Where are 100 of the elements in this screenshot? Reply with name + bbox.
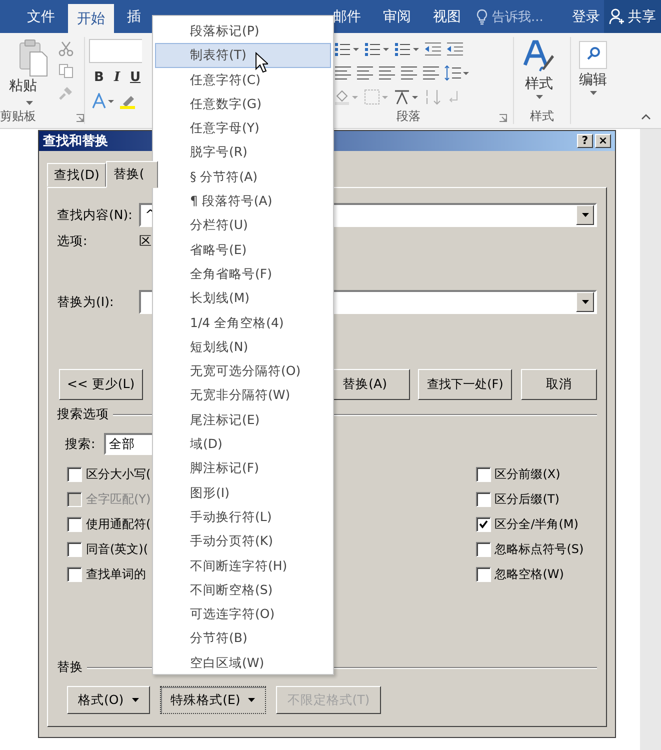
dialog-title: 查找和替换 xyxy=(43,133,109,150)
dropdown-arrow-icon xyxy=(582,300,588,304)
ribbon-tab[interactable]: 审阅 xyxy=(374,0,420,33)
checkbox-label[interactable]: 使用通配符( xyxy=(86,516,151,533)
format-button[interactable]: 特殊格式(E) xyxy=(160,686,266,714)
increase-indent-icon[interactable] xyxy=(446,41,464,57)
shading-icon[interactable] xyxy=(334,89,360,105)
ribbon-tab[interactable]: 插 xyxy=(118,0,150,33)
person-add-icon xyxy=(609,8,625,25)
menu-item[interactable]: 手动换行符(L) xyxy=(155,504,331,530)
menu-item[interactable]: 任意字符(C) xyxy=(155,68,331,92)
checkbox-label[interactable]: 查找单词的 xyxy=(86,566,146,583)
align-center-icon[interactable] xyxy=(356,65,374,81)
underline-button[interactable]: U xyxy=(127,69,142,87)
menu-item[interactable]: 任意数字(G) xyxy=(155,92,331,116)
line-spacing-icon[interactable] xyxy=(444,65,470,81)
menu-item[interactable]: 全角省略号(F) xyxy=(155,262,331,286)
menu-item[interactable]: 不间断连字符(H) xyxy=(155,554,331,578)
numbering-icon[interactable] xyxy=(364,41,390,57)
group-label: 段落 xyxy=(396,108,422,125)
group-label: 样式 xyxy=(529,108,555,125)
highlighter-icon[interactable] xyxy=(119,93,137,109)
decrease-indent-icon[interactable] xyxy=(424,41,442,57)
menu-item[interactable]: 空白区域(W) xyxy=(155,650,331,676)
lightbulb-icon xyxy=(476,8,488,24)
menu-item[interactable]: 省略号(E) xyxy=(155,238,331,262)
dialog-button[interactable]: 取消 xyxy=(521,369,598,400)
styles-button[interactable]: 样式 xyxy=(514,37,564,101)
menu-item[interactable]: 图形(I) xyxy=(155,480,331,505)
ribbon-tab[interactable]: 开始 xyxy=(68,4,114,33)
mouse-pointer-icon xyxy=(255,52,268,73)
help-button[interactable]: ? xyxy=(577,134,593,148)
caret-icon xyxy=(536,95,542,99)
align-left-icon[interactable] xyxy=(334,65,352,81)
field-label: 查找内容(N): xyxy=(57,206,134,224)
italic-button[interactable]: I xyxy=(109,69,125,87)
ribbon-tab[interactable]: 视图 xyxy=(424,0,470,33)
field-label: 选项: xyxy=(57,233,88,250)
menu-item[interactable]: 短划线(N) xyxy=(155,334,331,360)
checkbox-label[interactable]: 区分前缀(X) xyxy=(494,466,560,483)
text-effects-icon[interactable] xyxy=(91,93,117,109)
menu-item[interactable]: 分节符(B) xyxy=(155,626,331,651)
distributed-icon[interactable] xyxy=(422,65,440,81)
styles-icon xyxy=(522,39,556,73)
checkbox[interactable] xyxy=(476,492,491,507)
dropdown-arrow-icon xyxy=(582,213,588,217)
menu-item[interactable]: 可选连字符(O) xyxy=(155,602,331,626)
menu-item[interactable]: 不间断空格(S) xyxy=(155,578,331,602)
menu-item[interactable]: 脚注标记(F) xyxy=(155,456,331,481)
bullets-icon[interactable] xyxy=(334,41,360,57)
checkbox-label[interactable]: 同音(英文)( xyxy=(86,541,148,558)
group-label: 剪贴板 xyxy=(0,108,36,125)
close-button[interactable]: × xyxy=(595,134,611,148)
dialog-button[interactable]: 查找下一处(F) xyxy=(418,369,512,400)
field-label: 搜索: xyxy=(65,436,96,452)
menu-item[interactable]: 制表符(T) xyxy=(155,43,331,68)
caret-icon xyxy=(590,91,596,95)
menu-item[interactable]: 长划线(M) xyxy=(155,286,331,311)
ribbon-tab[interactable]: 文件 xyxy=(18,0,64,33)
menu-item[interactable]: 任意字母(Y) xyxy=(155,116,331,140)
dialog-launcher-icon[interactable] xyxy=(499,114,507,122)
multilevel-list-icon[interactable] xyxy=(394,41,420,57)
share-button[interactable]: 共享 xyxy=(604,0,661,33)
checkbox[interactable] xyxy=(476,467,491,482)
field-label: 替换为(I): xyxy=(57,294,115,310)
text-direction-icon[interactable] xyxy=(394,89,420,105)
format-button[interactable]: 格式(O) xyxy=(67,686,150,714)
paste-button[interactable]: 粘贴 xyxy=(9,77,37,95)
menu-item[interactable]: 手动分页符(K) xyxy=(155,529,331,554)
options-text: 区 xyxy=(139,233,152,250)
checkmark-icon xyxy=(478,520,488,529)
checkbox-label[interactable]: 区分后缀(T) xyxy=(494,491,560,508)
bold-button[interactable]: B xyxy=(91,69,107,87)
checkbox[interactable] xyxy=(67,567,82,582)
dialog-tab[interactable]: 查找(D) xyxy=(47,163,106,187)
checkbox[interactable] xyxy=(476,542,491,557)
scissors-icon[interactable] xyxy=(58,41,74,57)
checkbox[interactable] xyxy=(67,517,82,532)
sign-in-link[interactable]: 登录 xyxy=(572,8,600,26)
checkbox[interactable] xyxy=(67,542,82,557)
menu-item[interactable]: 尾注标记(E) xyxy=(155,408,331,432)
dialog-launcher-icon[interactable] xyxy=(76,114,84,122)
tell-me-field[interactable]: 告诉我... xyxy=(492,8,544,26)
collapse-ribbon-icon[interactable] xyxy=(641,114,651,120)
editing-button[interactable]: 编辑 xyxy=(571,37,615,97)
dialog-tab[interactable]: 替换( xyxy=(106,161,158,188)
justify-icon[interactable] xyxy=(400,65,418,81)
caret-icon xyxy=(26,101,32,105)
menu-item[interactable]: 1/4 全角空格(4) xyxy=(155,310,331,335)
checkbox-label[interactable]: 区分大小写( xyxy=(86,466,151,483)
checkbox[interactable] xyxy=(476,567,491,582)
checkbox[interactable] xyxy=(476,517,491,532)
checkbox-label[interactable]: 区分全/半角(M) xyxy=(494,516,578,533)
search-icon xyxy=(579,41,607,69)
checkbox[interactable] xyxy=(67,467,82,482)
dialog-button[interactable]: << 更少(L) xyxy=(59,369,143,400)
align-right-icon[interactable] xyxy=(378,65,396,81)
checkbox-label[interactable]: 忽略空格(W) xyxy=(494,566,564,583)
paste-icon[interactable] xyxy=(18,39,48,77)
checkbox-label[interactable]: 忽略标点符号(S) xyxy=(494,541,584,558)
